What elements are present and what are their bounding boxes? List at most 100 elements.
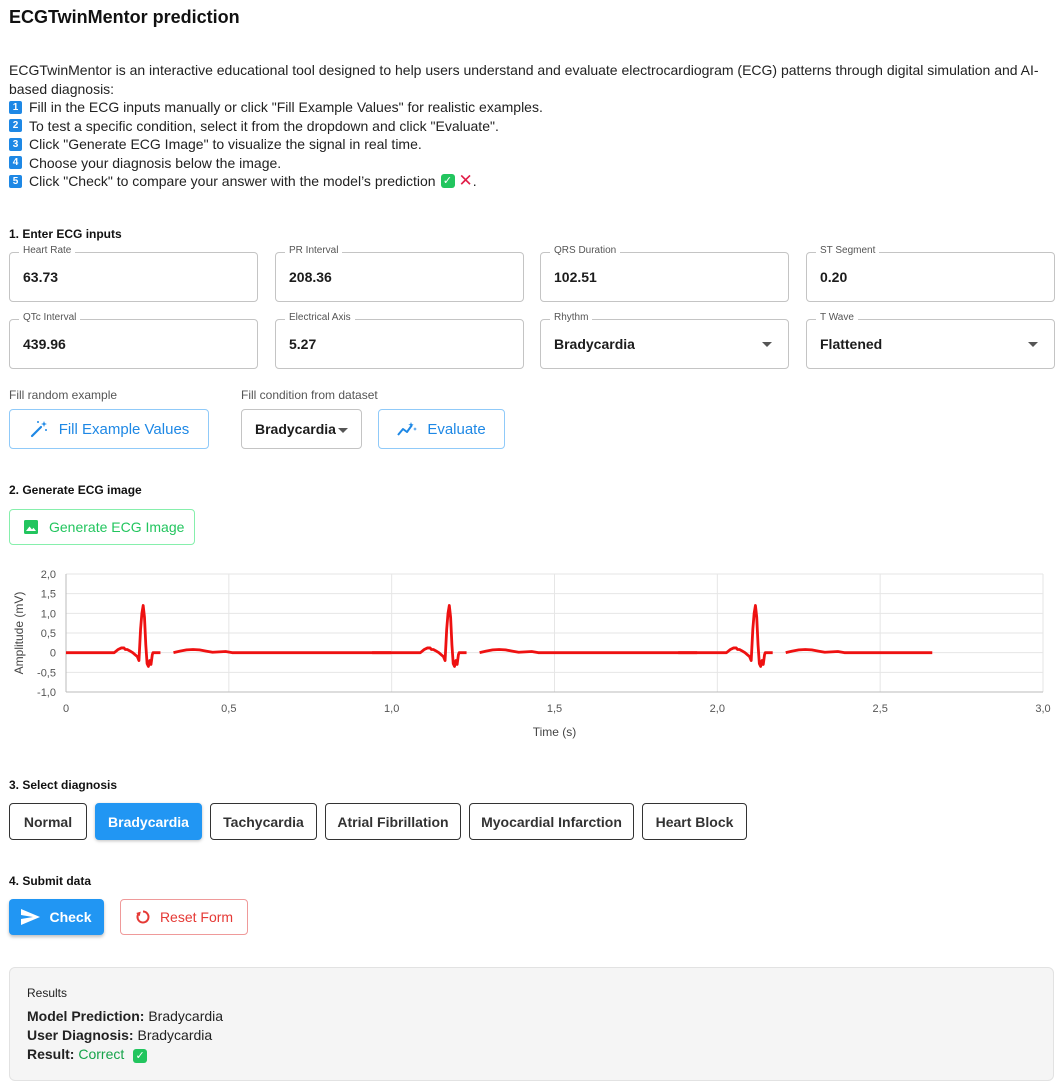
field-label: Rhythm <box>550 312 593 323</box>
y-tick-label: -1,0 <box>37 687 56 699</box>
x-tick-label: 0,5 <box>221 703 236 715</box>
model-prediction-value: Bradycardia <box>148 1008 224 1024</box>
intro-step-3: 3 Click "Generate ECG Image" to visualiz… <box>9 135 1049 154</box>
step-text: Click "Generate ECG Image" to visualize … <box>29 136 422 152</box>
select-value: Bradycardia <box>255 421 336 437</box>
image-icon <box>24 520 38 534</box>
dropdown-arrow-icon[interactable] <box>1028 342 1038 347</box>
user-diagnosis-value: Bradycardia <box>137 1027 213 1043</box>
magic-wand-icon <box>30 421 47 438</box>
step-text: Click "Check" to compare your answer wit… <box>29 173 436 189</box>
keycap-1-icon: 1 <box>9 100 22 114</box>
field-label: ST Segment <box>816 245 880 256</box>
section-heading-inputs: 1. Enter ECG inputs <box>9 227 122 241</box>
step-text: Choose your diagnosis below the image. <box>29 154 282 171</box>
section-heading-submit: 4. Submit data <box>9 874 92 888</box>
result-row: Result: Correct ✓ <box>27 1046 148 1063</box>
x-axis-label: Time (s) <box>533 725 577 739</box>
field-label: PR Interval <box>285 245 343 256</box>
diagnosis-option-normal[interactable]: Normal <box>9 803 87 840</box>
field-label: Electrical Axis <box>285 312 355 323</box>
results-panel: Results Model Prediction: Bradycardia Us… <box>9 967 1054 1081</box>
diagnosis-option-bradycardia[interactable]: Bradycardia <box>95 803 202 840</box>
step-text: Fill in the ECG inputs manually or click… <box>29 99 543 115</box>
field-label: QRS Duration <box>550 245 621 256</box>
model-prediction-row: Model Prediction: Bradycardia <box>27 1008 223 1024</box>
ecg-beat-t-wave-line <box>173 648 392 655</box>
reset-form-button[interactable]: Reset Form <box>120 899 248 935</box>
field-value[interactable]: 0.20 <box>820 269 847 285</box>
chart-ticks: 2,0 1,5 1,0 0,5 0 -0,5 -1,0 0 0,5 1,0 1,5 2,0 2,5 3,0 <box>37 569 1051 715</box>
field-label: Heart Rate <box>19 245 76 256</box>
button-label: Fill Example Values <box>58 420 190 438</box>
st-segment-field[interactable]: ST Segment 0.20 <box>806 245 1055 302</box>
result-value: Correct <box>78 1046 125 1062</box>
section-heading-diagnosis: 3. Select diagnosis <box>9 778 118 792</box>
field-value[interactable]: 208.36 <box>289 269 332 285</box>
qrs-duration-field[interactable]: QRS Duration 102.51 <box>540 245 789 302</box>
chart-grid <box>65 573 1044 693</box>
button-label: Evaluate <box>427 420 486 438</box>
x-tick-label: 2,5 <box>873 703 888 715</box>
dropdown-arrow-icon[interactable] <box>762 342 772 347</box>
evaluate-button[interactable]: Evaluate <box>378 409 505 449</box>
y-tick-label: 0,5 <box>41 628 56 640</box>
keycap-3-icon: 3 <box>9 137 22 151</box>
diagnosis-option-heart-block[interactable]: Heart Block <box>642 803 747 840</box>
pr-interval-field[interactable]: PR Interval 208.36 <box>275 245 524 302</box>
y-tick-label: 2,0 <box>41 569 56 581</box>
diagnosis-option-myocardial-infarction[interactable]: Myocardial Infarction <box>469 803 634 840</box>
diagnosis-option-tachycardia[interactable]: Tachycardia <box>210 803 317 840</box>
intro-description: ECGTwinMentor is an interactive educatio… <box>9 62 1039 97</box>
step-text: To test a specific condition, select it … <box>29 117 499 134</box>
model-prediction-label: Model Prediction: <box>27 1008 145 1024</box>
t-wave-select[interactable]: T Wave Flattened <box>806 312 1055 369</box>
generate-ecg-image-button[interactable]: Generate ECG Image <box>9 509 195 545</box>
send-icon <box>21 909 41 925</box>
trending-chart-icon <box>397 422 418 436</box>
diagnosis-option-atrial-fibrillation[interactable]: Atrial Fibrillation <box>325 803 461 840</box>
x-tick-label: 1,0 <box>384 703 399 715</box>
check-mark-icon: ✓ <box>440 174 455 189</box>
dropdown-arrow-icon <box>338 428 348 433</box>
random-example-label: Fill random example <box>9 388 118 402</box>
cross-mark-icon: ✕ <box>458 171 473 191</box>
button-label: Generate ECG Image <box>49 519 185 535</box>
intro-step-4: 4 Choose your diagnosis below the image. <box>9 154 1049 173</box>
dataset-condition-select[interactable]: Bradycardia <box>241 409 362 449</box>
ecg-beat-qrs-line <box>66 604 161 668</box>
field-value[interactable]: 5.27 <box>289 336 316 352</box>
button-label: Check <box>49 909 92 925</box>
results-heading: Results <box>27 986 68 1000</box>
section-heading-generate: 2. Generate ECG image <box>9 483 142 497</box>
y-tick-label: 1,5 <box>41 589 56 601</box>
heart-rate-field[interactable]: Heart Rate 63.73 <box>9 245 258 302</box>
page-title: ECGTwinMentor prediction <box>9 7 240 27</box>
y-tick-label: 1,0 <box>41 608 56 620</box>
result-label: Result: <box>27 1046 75 1062</box>
field-value[interactable]: 102.51 <box>554 269 597 285</box>
intro-step-2: 2 To test a specific condition, select i… <box>9 117 1049 136</box>
ecg-beat-qrs-line <box>372 604 467 668</box>
electrical-axis-field[interactable]: Electrical Axis 5.27 <box>275 312 524 369</box>
field-value[interactable]: 439.96 <box>23 336 66 352</box>
intro-step-5: 5 Click "Check" to compare your answer w… <box>9 172 1049 191</box>
reset-icon <box>136 910 150 924</box>
x-tick-label: 0 <box>63 703 69 715</box>
field-value: Bradycardia <box>554 336 635 352</box>
keycap-2-icon: 2 <box>9 119 22 133</box>
check-button[interactable]: Check <box>9 899 104 935</box>
rhythm-select[interactable]: Rhythm Bradycardia <box>540 312 789 369</box>
check-mark-icon: ✓ <box>133 1049 148 1063</box>
y-axis-label: Amplitude (mV) <box>12 592 26 675</box>
y-tick-label: -0,5 <box>37 667 56 679</box>
field-value[interactable]: 63.73 <box>23 269 58 285</box>
ecg-beat-t-wave-line <box>479 648 698 655</box>
y-tick-label: 0 <box>50 648 56 660</box>
user-diagnosis-label: User Diagnosis: <box>27 1027 134 1043</box>
keycap-4-icon: 4 <box>9 156 22 170</box>
qtc-interval-field[interactable]: QTc Interval 439.96 <box>9 312 258 369</box>
field-label: T Wave <box>816 312 858 323</box>
fill-example-values-button[interactable]: Fill Example Values <box>9 409 209 449</box>
ecg-series <box>66 604 933 668</box>
